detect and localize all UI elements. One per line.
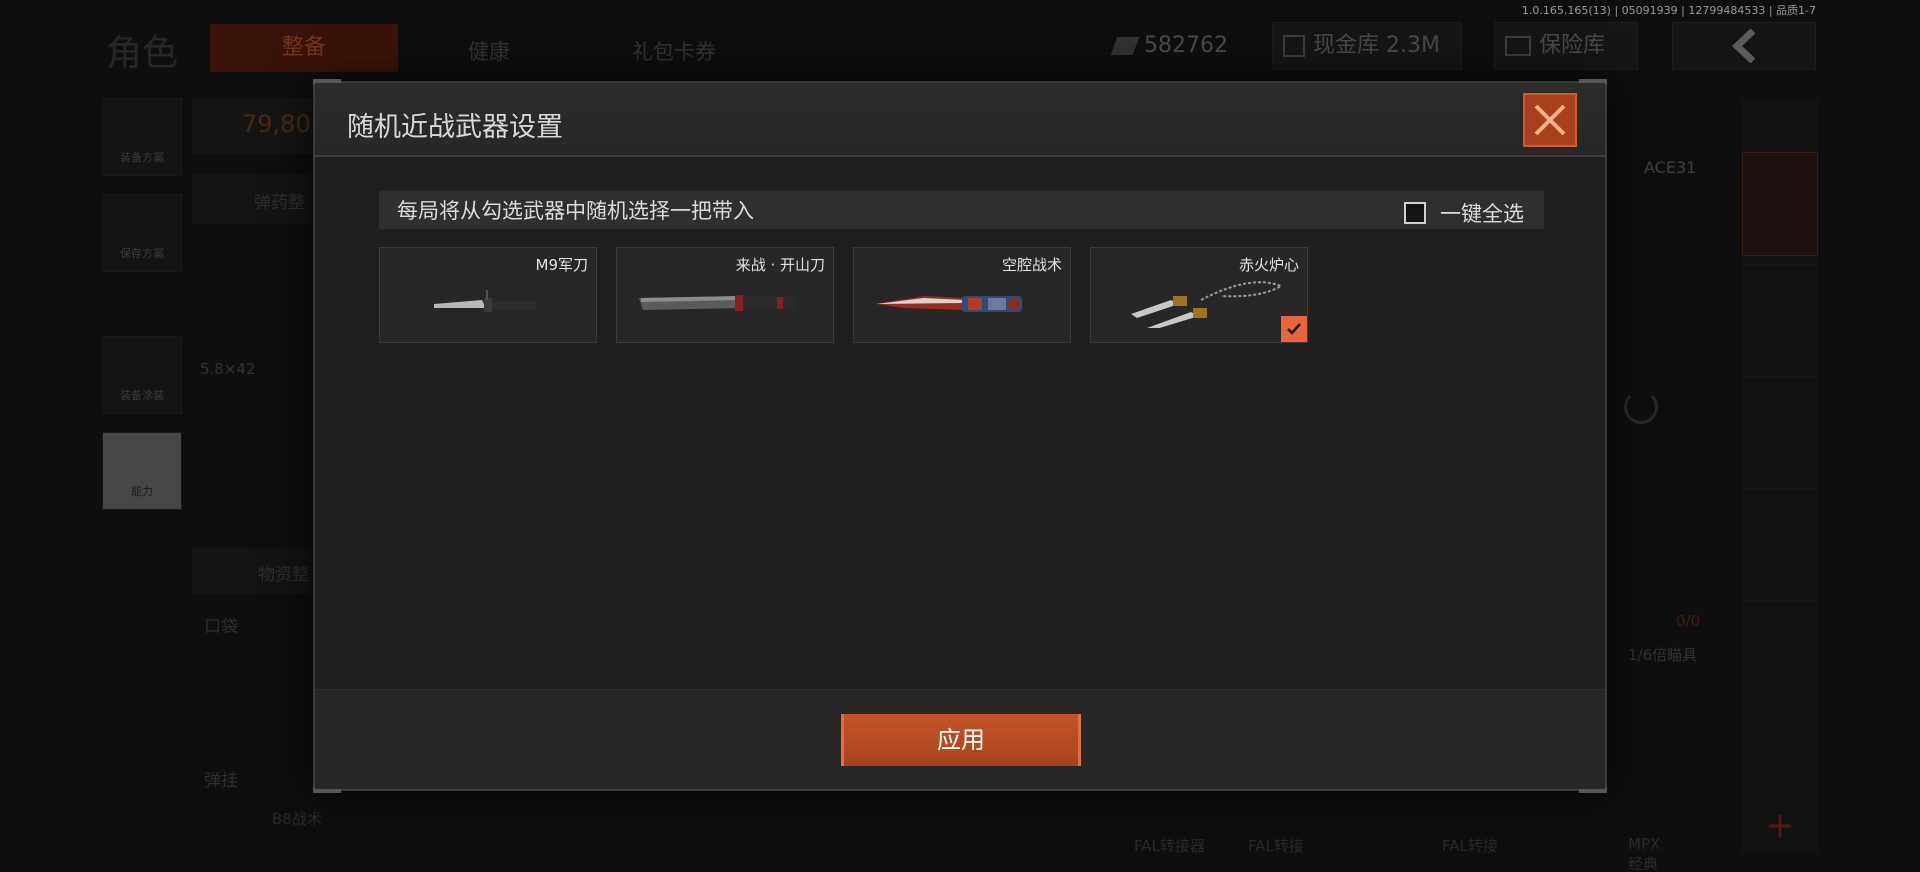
tactical-knife-icon <box>876 296 1022 312</box>
checkmark-icon <box>1287 323 1301 335</box>
close-icon <box>1534 104 1566 136</box>
close-button[interactable] <box>1523 93 1577 147</box>
select-all-label: 一键全选 <box>1440 202 1524 226</box>
weapon-name: 来战 · 开山刀 <box>735 256 825 274</box>
weapon-card-machete[interactable]: 来战 · 开山刀 <box>616 247 834 343</box>
weapon-card-red-furnace[interactable]: 赤火炉心 <box>1090 247 1308 343</box>
info-bar: 每局将从勾选武器中随机选择一把带入 一键全选 <box>379 191 1544 229</box>
apply-button[interactable]: 应用 <box>841 714 1081 766</box>
dialog-footer: 应用 <box>315 689 1605 789</box>
dialog-header: 随机近战武器设置 <box>315 83 1605 157</box>
dialog-title: 随机近战武器设置 <box>347 112 563 143</box>
select-all-checkbox[interactable] <box>1404 202 1426 224</box>
random-melee-dialog: 随机近战武器设置 每局将从勾选武器中随机选择一把带入 一键全选 M9军刀 来战 … <box>313 79 1607 793</box>
machete-icon <box>639 295 795 311</box>
weapon-name: M9军刀 <box>535 256 589 274</box>
weapon-name: 赤火炉心 <box>1238 256 1299 274</box>
weapon-name: 空腔战术 <box>1001 256 1062 274</box>
checked-badge[interactable] <box>1281 316 1307 342</box>
weapon-card-hollow-tactical[interactable]: 空腔战术 <box>853 247 1071 343</box>
weapon-card-m9[interactable]: M9军刀 <box>379 247 597 343</box>
rope-dart-icon <box>1131 281 1284 328</box>
bayonet-icon <box>434 290 536 312</box>
select-all-toggle[interactable]: 一键全选 <box>1404 198 1524 228</box>
info-text: 每局将从勾选武器中随机选择一把带入 <box>397 199 754 223</box>
